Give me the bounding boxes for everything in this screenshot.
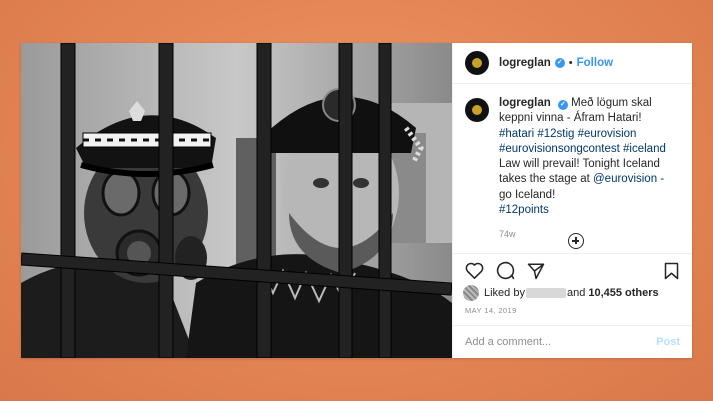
police-badge-icon (470, 103, 484, 117)
liker-avatar[interactable] (463, 285, 479, 301)
likes-count[interactable]: 10,455 others (588, 287, 658, 299)
likes-summary: Liked by and 10,455 others (463, 285, 659, 301)
avatar[interactable] (465, 51, 489, 75)
share-icon[interactable] (525, 260, 547, 282)
likes-and-label: and (566, 287, 586, 299)
post-photo[interactable] (21, 43, 452, 358)
post-caption: logreglan ✓ Með lögum skal keppni vinna … (453, 84, 692, 243)
comment-box: Post (453, 325, 692, 358)
police-badge-icon (470, 56, 484, 70)
hashtag-line-3[interactable]: #12points (499, 204, 549, 216)
post-timestamp[interactable]: 74w (499, 227, 679, 242)
verified-badge-icon: ✓ (554, 58, 565, 68)
load-more-comments-icon[interactable] (568, 233, 584, 249)
follow-button[interactable]: Follow (577, 57, 613, 69)
comment-icon[interactable] (494, 260, 516, 282)
username-link[interactable]: logreglan (499, 57, 551, 69)
caption-text: logreglan ✓ Með lögum skal keppni vinna … (499, 96, 679, 243)
hashtag-line-1[interactable]: #hatari #12stig #eurovision (499, 128, 636, 140)
comment-input[interactable] (465, 336, 657, 348)
post-comment-button[interactable]: Post (656, 336, 680, 348)
action-bar (453, 253, 692, 287)
verified-badge-icon: ✓ (557, 100, 568, 110)
post-date: MAY 14, 2019 (465, 306, 517, 315)
hashtag-line-2[interactable]: #eurovisionsongcontest #iceland (499, 143, 666, 155)
instagram-post-card: logreglan ✓ • Follow logreglan ✓ Með lög… (21, 43, 692, 358)
liked-by-label: Liked by (484, 287, 525, 299)
caption-username[interactable]: logreglan (499, 97, 551, 109)
bookmark-icon[interactable] (660, 260, 682, 282)
caption-avatar[interactable] (465, 98, 489, 122)
post-sidebar: logreglan ✓ • Follow logreglan ✓ Með lög… (452, 43, 692, 358)
heart-icon[interactable] (463, 260, 485, 282)
blurred-liker-name (525, 288, 566, 298)
post-header: logreglan ✓ • Follow (453, 43, 692, 84)
separator-dot: • (568, 57, 573, 69)
mention-link[interactable]: @eurovision (593, 173, 657, 185)
